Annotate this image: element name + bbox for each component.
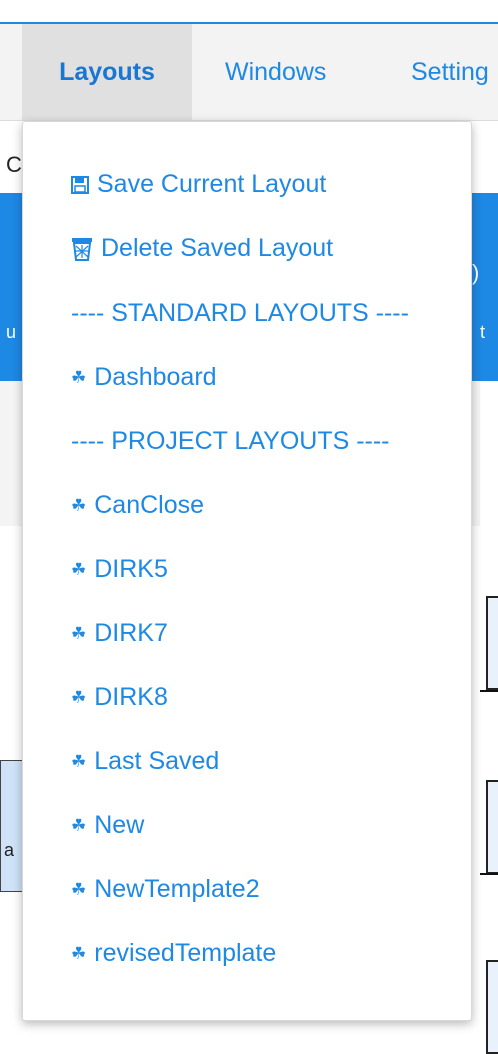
background-wire — [480, 873, 498, 875]
layout-item-dashboard[interactable]: ☘ Dashboard — [71, 363, 217, 392]
layout-item-dirk8[interactable]: ☘ DIRK8 — [71, 683, 168, 712]
background-node-right-3 — [486, 960, 498, 1054]
sitemap-icon: ☘ — [71, 623, 87, 643]
sitemap-icon: ☘ — [71, 879, 87, 899]
background-glyph-right-2: t — [480, 322, 486, 342]
layout-item-label: Last Saved — [94, 747, 220, 775]
layout-item-label: revisedTemplate — [94, 939, 277, 967]
layout-item-label: NewTemplate2 — [94, 875, 260, 903]
layout-item-newtemplate2[interactable]: ☘ NewTemplate2 — [71, 875, 260, 904]
sitemap-icon: ☘ — [71, 751, 87, 771]
layout-item-dirk5[interactable]: ☘ DIRK5 — [71, 555, 168, 584]
background-glyph: C — [6, 152, 22, 177]
delete-saved-layout-label: Delete Saved Layout — [101, 234, 334, 262]
tab-windows[interactable]: Windows — [225, 24, 326, 120]
standard-layouts-header: ---- STANDARD LAYOUTS ---- — [71, 299, 409, 327]
trash-icon — [71, 237, 93, 261]
layout-item-label: New — [94, 811, 145, 839]
sitemap-icon: ☘ — [71, 943, 87, 963]
background-node-right-1 — [486, 596, 498, 690]
layout-item-label: DIRK5 — [94, 555, 168, 583]
background-glyph-left: u — [6, 322, 17, 342]
project-layouts-header: ---- PROJECT LAYOUTS ---- — [71, 427, 390, 455]
sitemap-icon: ☘ — [71, 367, 87, 387]
sitemap-icon: ☘ — [71, 495, 87, 515]
sitemap-icon: ☘ — [71, 559, 87, 579]
layouts-dropdown-menu: Save Current Layout Delete Saved Layout … — [22, 121, 472, 1021]
background-glyph-right: ) — [472, 260, 480, 285]
tab-settings[interactable]: Setting — [411, 24, 489, 120]
layout-item-new[interactable]: ☘ New — [71, 811, 144, 840]
background-node-text: a — [4, 840, 15, 860]
background-wire — [480, 690, 498, 692]
layout-item-label: Dashboard — [94, 363, 217, 391]
layout-item-label: DIRK8 — [94, 683, 168, 711]
layout-item-dirk7[interactable]: ☘ DIRK7 — [71, 619, 168, 648]
floppy-disk-icon — [71, 175, 89, 194]
layout-item-canclose[interactable]: ☘ CanClose — [71, 491, 204, 520]
menu-bar: Layouts Windows Setting — [0, 24, 498, 121]
sitemap-icon: ☘ — [71, 687, 87, 707]
sitemap-icon: ☘ — [71, 815, 87, 835]
layout-item-label: CanClose — [94, 491, 205, 519]
save-current-layout-label: Save Current Layout — [97, 170, 327, 198]
background-node-left — [0, 760, 24, 892]
delete-saved-layout-item[interactable]: Delete Saved Layout — [71, 234, 333, 263]
background-node-right-2 — [486, 780, 498, 874]
layout-item-last-saved[interactable]: ☘ Last Saved — [71, 747, 219, 776]
layout-item-revisedtemplate[interactable]: ☘ revisedTemplate — [71, 939, 276, 968]
layout-item-label: DIRK7 — [94, 619, 168, 647]
tab-layouts[interactable]: Layouts — [22, 24, 192, 120]
save-current-layout-item[interactable]: Save Current Layout — [71, 170, 326, 199]
